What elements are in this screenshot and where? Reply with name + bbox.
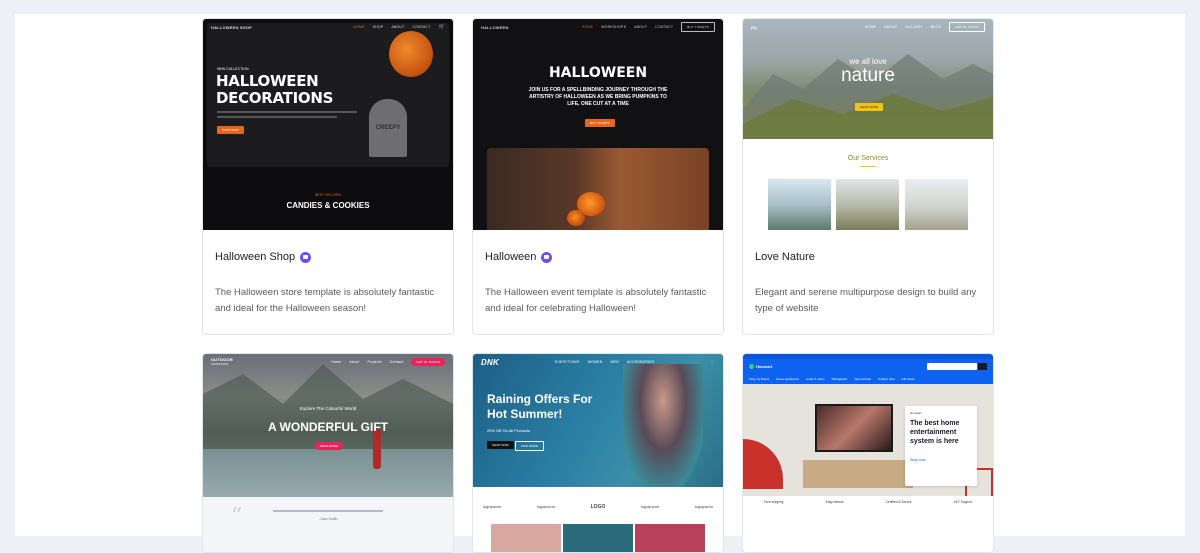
hero-text: JOIN US FOR A SPELLBINDING JOURNEY THROU… (528, 87, 668, 107)
category-nav: Shop by Brand Home appliances Audio & vi… (743, 373, 993, 384)
template-preview[interactable]: Homeart Shop by Brand Home appliances Au… (743, 354, 993, 552)
tv-cabinet (803, 460, 913, 488)
template-card-dnk[interactable]: DNK EVERYTHING WOMEN MEN ACCESSORIES 🛒 R… (472, 353, 724, 553)
shop-now-button[interactable]: SHOP NOW (487, 441, 514, 449)
template-gallery: HALLOWEEN SHOP HOME SHOP ABOUT CONTACT 🛒… (15, 14, 1185, 553)
template-card-outdoor[interactable]: OUTDOOR ADVENTURE Home About Projects Con… (202, 353, 454, 553)
section-eyebrow: BEST SELLERS (315, 193, 341, 197)
hero-title: Raining Offers For Hot Summer! (487, 392, 593, 421)
section-title: CANDIES & COOKIES (286, 201, 370, 210)
quote-text (273, 510, 383, 512)
person-figure (373, 429, 381, 469)
product-image-1 (491, 524, 561, 552)
template-title[interactable]: Halloween (485, 251, 553, 263)
preview-nav: OUTDOOR ADVENTURE Home About Projects Con… (203, 354, 453, 370)
model-figure (623, 364, 703, 487)
hero-subtitle: 25% Off On All Products (487, 428, 531, 433)
preview-nav: HALLOWEEN HOME WORKSHOPS ABOUT CONTACT B… (473, 19, 723, 35)
buy-tickets-button[interactable]: BUY TICKETS (585, 119, 615, 127)
hero-big-text: nature (841, 65, 895, 86)
logo-icon: (N) (751, 24, 758, 30)
template-description: The Halloween event template is absolute… (485, 287, 707, 314)
cart-icon: 🛒 (438, 24, 445, 30)
hero-shop-button[interactable]: SHOP NOW (217, 126, 244, 134)
product-image-3 (635, 524, 705, 552)
read-more-button[interactable]: READ MORE (315, 442, 344, 450)
template-title[interactable]: Love Nature (755, 251, 815, 263)
tv-screen (815, 404, 893, 452)
hero-title: HALLOWEEN DECORATIONS (216, 72, 334, 107)
promo-card: Homeart The best home entertainment syst… (905, 406, 977, 486)
pumpkin-door-image (487, 148, 709, 230)
services-underline (860, 166, 876, 167)
hero-big-text: A WONDERFUL GIFT (268, 420, 388, 434)
template-card-homeart[interactable]: Homeart Shop by Brand Home appliances Au… (742, 353, 994, 553)
art-shape (743, 439, 783, 489)
template-description: Elegant and serene multipurpose design t… (755, 287, 977, 314)
template-preview[interactable]: (N) HOME ABOUT GALLERY BLOG GET IN TOUCH… (743, 19, 993, 230)
get-in-touch-button[interactable]: GET IN TOUCH (949, 22, 985, 32)
buy-tickets-nav-button[interactable]: BUY TICKETS (681, 22, 715, 32)
cart-icon: 🛒 (710, 360, 715, 364)
template-card-halloween-shop[interactable]: HALLOWEEN SHOP HOME SHOP ABOUT CONTACT 🛒… (202, 18, 454, 335)
partner-logos: logoipsum logoipsum LOGO logoipsum logoi… (483, 504, 713, 510)
hero-eyebrow: NEW COLLECTION (217, 67, 249, 71)
template-preview[interactable]: OUTDOOR ADVENTURE Home About Projects Con… (203, 354, 453, 552)
find-more-button[interactable]: FIND MORE (515, 441, 544, 451)
search-icon[interactable] (978, 362, 987, 370)
premium-badge-icon (541, 251, 553, 263)
feature-strip: Free shipping Easy returns Certified & S… (764, 500, 972, 504)
services-title: Our Services (847, 155, 889, 162)
header-bar: Homeart (743, 359, 993, 373)
product-image-2 (563, 524, 633, 552)
hero-small-text: Explore The Colourful World (299, 406, 357, 411)
template-preview[interactable]: DNK EVERYTHING WOMEN MEN ACCESSORIES 🛒 R… (473, 354, 723, 552)
template-card-halloween[interactable]: HALLOWEEN HOME WORKSHOPS ABOUT CONTACT B… (472, 18, 724, 335)
template-description: The Halloween store template is absolute… (215, 287, 435, 314)
template-title[interactable]: Halloween Shop (215, 251, 312, 263)
template-preview[interactable]: HALLOWEEN HOME WORKSHOPS ABOUT CONTACT B… (473, 19, 723, 230)
hero-title: HALLOWEEN (548, 65, 648, 81)
get-in-touch-button[interactable]: GET IN TOUCH (411, 358, 445, 366)
preview-nav: (N) HOME ABOUT GALLERY BLOG GET IN TOUCH (743, 19, 993, 35)
service-image-2 (836, 179, 899, 230)
tombstone-image: CREEPY (369, 99, 407, 157)
preview-nav: DNK EVERYTHING WOMEN MEN ACCESSORIES 🛒 (481, 357, 715, 367)
premium-badge-icon (300, 251, 312, 263)
pumpkin-small-icon (567, 210, 585, 226)
pumpkin-image (389, 31, 433, 77)
hero-text (217, 111, 357, 113)
read-more-button[interactable]: READ MORE (855, 103, 884, 111)
logo-icon (749, 363, 754, 369)
search-input[interactable] (927, 362, 977, 370)
shop-now-link[interactable]: Shop now (910, 458, 972, 462)
template-preview[interactable]: HALLOWEEN SHOP HOME SHOP ABOUT CONTACT 🛒… (203, 19, 453, 230)
service-image-3 (905, 179, 968, 230)
service-image-1 (768, 179, 831, 230)
hero-text-line2 (217, 116, 337, 118)
template-card-love-nature[interactable]: (N) HOME ABOUT GALLERY BLOG GET IN TOUCH… (742, 18, 994, 335)
quote-icon: “ (231, 504, 243, 529)
